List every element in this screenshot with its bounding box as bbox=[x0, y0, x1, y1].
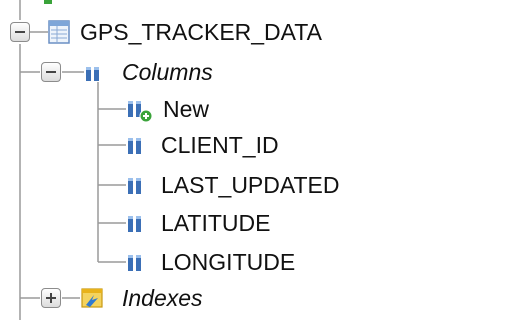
column-label: New bbox=[163, 96, 210, 122]
column-label: LATITUDE bbox=[161, 210, 271, 236]
column-icon bbox=[126, 136, 148, 161]
indexes-group-label: Indexes bbox=[122, 285, 203, 311]
column-icon bbox=[126, 176, 148, 201]
plus-icon bbox=[46, 293, 56, 303]
tree-item-column-client-id[interactable]: CLIENT_ID bbox=[0, 128, 300, 162]
collapse-toggle[interactable] bbox=[10, 22, 30, 42]
tree-item-table[interactable]: GPS_TRACKER_DATA bbox=[0, 15, 400, 49]
column-label: LONGITUDE bbox=[161, 249, 296, 275]
column-icon bbox=[126, 253, 148, 278]
tree-item-column-new[interactable]: New bbox=[0, 92, 300, 126]
tree-item-column-longitude[interactable]: LONGITUDE bbox=[0, 245, 300, 279]
minus-icon bbox=[15, 31, 25, 33]
expand-toggle[interactable] bbox=[41, 288, 61, 308]
indexes-icon bbox=[80, 286, 106, 315]
table-name-label: GPS_TRACKER_DATA bbox=[80, 19, 322, 45]
columns-icon bbox=[84, 64, 106, 89]
column-label: LAST_UPDATED bbox=[161, 172, 340, 198]
column-icon bbox=[126, 214, 148, 239]
tree-item-column-latitude[interactable]: LATITUDE bbox=[0, 206, 300, 240]
tree-item-column-last-updated[interactable]: LAST_UPDATED bbox=[0, 168, 340, 202]
columns-group-label: Columns bbox=[122, 59, 213, 85]
column-label: CLIENT_ID bbox=[161, 132, 279, 158]
collapse-toggle[interactable] bbox=[41, 62, 61, 82]
table-icon bbox=[48, 20, 70, 49]
minus-icon bbox=[46, 71, 56, 73]
tree-item-columns[interactable]: Columns bbox=[0, 55, 300, 89]
new-column-icon bbox=[126, 98, 156, 129]
tree-item-indexes[interactable]: Indexes bbox=[0, 281, 300, 315]
navigation-tree: GPS_TRACKER_DATA Columns New CLIENT_ID L… bbox=[0, 0, 508, 320]
